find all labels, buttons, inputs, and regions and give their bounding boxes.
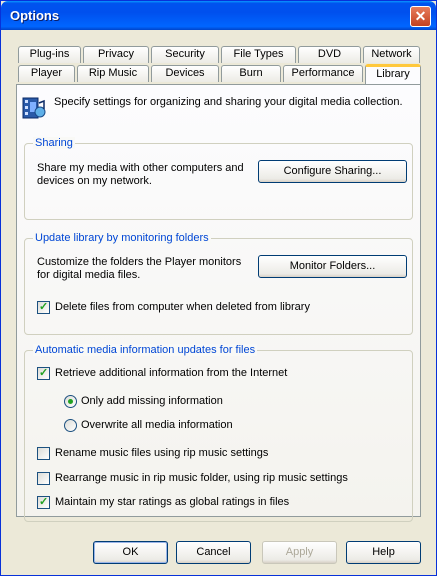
delete-files-label[interactable]: Delete files from computer when deleted … [55, 301, 310, 314]
monitoring-group [24, 238, 413, 335]
close-button[interactable]: ✕ [410, 6, 431, 27]
rename-files-checkbox[interactable] [37, 447, 50, 460]
tab-file-types[interactable]: File Types [221, 46, 296, 63]
sharing-text: Share my media with other computers and … [37, 162, 244, 187]
tab-devices[interactable]: Devices [151, 65, 219, 82]
tab-rip-music[interactable]: Rip Music [77, 65, 149, 82]
overwrite-all-radio[interactable] [64, 419, 77, 432]
tab-performance[interactable]: Performance [283, 65, 363, 82]
retrieve-info-checkbox[interactable]: ✓ [37, 367, 50, 380]
tab-network[interactable]: Network [363, 46, 420, 63]
sharing-legend: Sharing [33, 137, 75, 149]
delete-files-checkbox[interactable]: ✓ [37, 301, 50, 314]
rearrange-music-checkbox[interactable] [37, 472, 50, 485]
ok-button[interactable]: OK [93, 541, 168, 564]
help-button[interactable]: Help [346, 541, 421, 564]
library-media-icon [22, 95, 46, 121]
tab-security[interactable]: Security [151, 46, 219, 63]
monitoring-text: Customize the folders the Player monitor… [37, 256, 242, 281]
only-missing-radio[interactable] [64, 395, 77, 408]
title-bar[interactable]: Options ✕ [1, 1, 436, 30]
configure-sharing-button[interactable]: Configure Sharing... [258, 160, 407, 183]
retrieve-info-label[interactable]: Retrieve additional information from the… [55, 367, 287, 380]
checkmark-icon: ✓ [39, 367, 49, 379]
checkmark-icon: ✓ [39, 301, 49, 313]
rename-files-label[interactable]: Rename music files using rip music setti… [55, 447, 268, 460]
apply-button[interactable]: Apply [262, 541, 337, 564]
checkmark-icon: ✓ [39, 496, 49, 508]
tab-burn[interactable]: Burn [221, 65, 281, 82]
overwrite-all-label[interactable]: Overwrite all media information [81, 419, 233, 432]
tab-privacy[interactable]: Privacy [83, 46, 149, 63]
star-ratings-checkbox[interactable]: ✓ [37, 496, 50, 509]
tab-description: Specify settings for organizing and shar… [54, 96, 403, 108]
only-missing-label[interactable]: Only add missing information [81, 395, 223, 408]
tab-dvd[interactable]: DVD [298, 46, 361, 63]
tab-library[interactable]: Library [365, 64, 421, 84]
window-title: Options [10, 8, 60, 23]
monitor-folders-button[interactable]: Monitor Folders... [258, 255, 407, 278]
auto-updates-legend: Automatic media information updates for … [33, 344, 258, 356]
tab-player[interactable]: Player [18, 65, 75, 82]
tab-plug-ins[interactable]: Plug-ins [18, 46, 81, 63]
radio-dot [68, 399, 73, 404]
monitoring-legend: Update library by monitoring folders [33, 232, 211, 244]
cancel-button[interactable]: Cancel [176, 541, 251, 564]
star-ratings-label[interactable]: Maintain my star ratings as global ratin… [55, 496, 289, 509]
rearrange-music-label[interactable]: Rearrange music in rip music folder, usi… [55, 472, 348, 485]
